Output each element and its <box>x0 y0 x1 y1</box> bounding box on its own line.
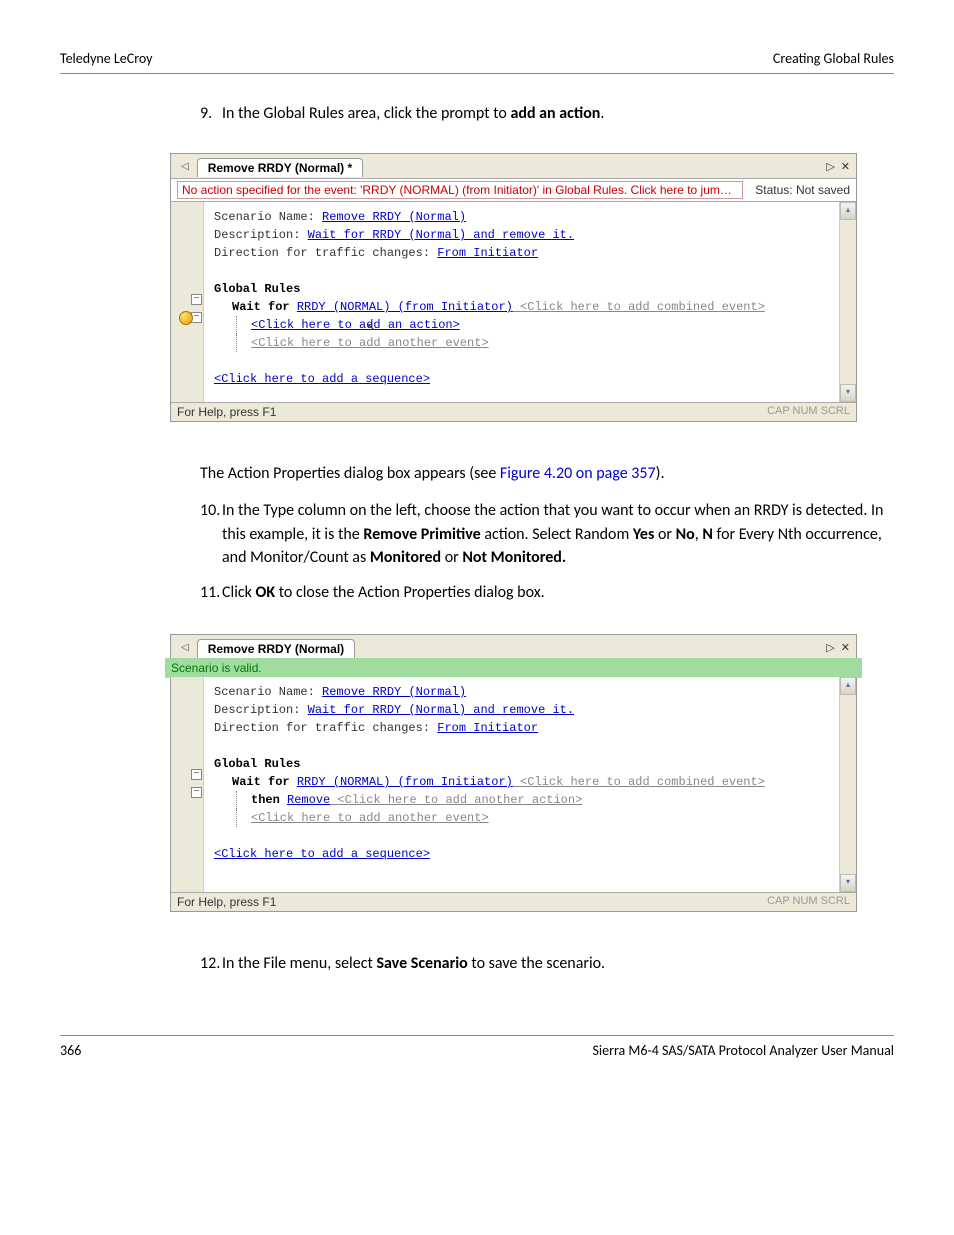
status-bar: For Help, press F1 CAP NUM SCRL <box>171 402 856 421</box>
add-another-event-link[interactable]: <Click here to add another event> <box>251 336 489 350</box>
tab-next-icon[interactable]: ▷ <box>826 160 834 173</box>
description-link[interactable]: Wait for RRDY (Normal) and remove it. <box>308 228 574 242</box>
editor-gutter: − − <box>171 202 204 402</box>
event-link[interactable]: RRDY (NORMAL) (from Initiator) <box>297 300 513 314</box>
warning-message[interactable]: No action specified for the event: 'RRDY… <box>177 181 743 199</box>
step-number: 9. <box>200 102 222 125</box>
scroll-down-icon[interactable]: ▾ <box>840 874 856 892</box>
code-area[interactable]: Scenario Name: Remove RRDY (Normal) Desc… <box>204 202 839 402</box>
add-sequence-link[interactable]: <Click here to add a sequence> <box>214 372 430 386</box>
vertical-scrollbar[interactable]: ▴ ▾ <box>839 677 856 892</box>
tab-bar: ◁ Remove RRDY (Normal) * ▷ ✕ <box>171 154 856 179</box>
tab-controls: ▷ ✕ <box>826 641 850 654</box>
code-area[interactable]: Scenario Name: Remove RRDY (Normal) Desc… <box>204 677 839 892</box>
step-text: In the Global Rules area, click the prom… <box>222 102 884 125</box>
fold-icon[interactable]: − <box>191 769 202 780</box>
fold-icon[interactable]: − <box>191 787 202 798</box>
info-bar: Scenario is valid. <box>171 660 856 677</box>
page-header: Teledyne LeCroy Creating Global Rules <box>60 50 894 74</box>
help-hint: For Help, press F1 <box>177 895 276 909</box>
tab-scenario[interactable]: Remove RRDY (Normal) * <box>197 158 363 177</box>
keyboard-status: CAP NUM SCRL <box>767 895 850 909</box>
keyboard-status: CAP NUM SCRL <box>767 405 850 419</box>
step-text: In the Type column on the left, choose t… <box>222 499 884 569</box>
tab-scenario[interactable]: Remove RRDY (Normal) <box>197 639 355 658</box>
description-link[interactable]: Wait for RRDY (Normal) and remove it. <box>308 703 574 717</box>
page-footer: 366 Sierra M6-4 SAS/SATA Protocol Analyz… <box>60 1035 894 1059</box>
scenario-name-link[interactable]: Remove RRDY (Normal) <box>322 685 466 699</box>
manual-title: Sierra M6-4 SAS/SATA Protocol Analyzer U… <box>592 1042 894 1059</box>
valid-message: Scenario is valid. <box>165 658 862 678</box>
scenario-editor-window-valid: ◁ Remove RRDY (Normal) ▷ ✕ Scenario is v… <box>170 634 857 912</box>
scroll-up-icon[interactable]: ▴ <box>840 202 856 220</box>
tab-prev-icon[interactable]: ◁ <box>177 642 193 653</box>
tab-next-icon[interactable]: ▷ <box>826 641 834 654</box>
scroll-up-icon[interactable]: ▴ <box>840 677 856 695</box>
editor-gutter: − − <box>171 677 204 892</box>
scroll-down-icon[interactable]: ▾ <box>840 384 856 402</box>
close-icon[interactable]: ✕ <box>841 641 850 654</box>
save-status: Status: Not saved <box>749 183 850 197</box>
scenario-name-link[interactable]: Remove RRDY (Normal) <box>322 210 466 224</box>
direction-link[interactable]: From Initiator <box>437 721 538 735</box>
header-left: Teledyne LeCroy <box>60 50 153 67</box>
page-number: 366 <box>60 1042 81 1059</box>
step-10: 10. In the Type column on the left, choo… <box>200 499 884 569</box>
direction-link[interactable]: From Initiator <box>437 246 538 260</box>
header-right: Creating Global Rules <box>773 50 894 67</box>
mid-paragraph: The Action Properties dialog box appears… <box>200 462 884 485</box>
vertical-scrollbar[interactable]: ▴ ▾ <box>839 202 856 402</box>
step-number: 10. <box>200 499 222 569</box>
tab-controls: ▷ ✕ <box>826 160 850 173</box>
step-text: Click OK to close the Action Properties … <box>222 581 884 604</box>
add-combined-event-link[interactable]: <Click here to add combined event> <box>513 775 765 789</box>
step-9: 9. In the Global Rules area, click the p… <box>200 102 884 125</box>
step-number: 12. <box>200 952 222 975</box>
add-action-link[interactable]: <Click here to add an action> <box>251 318 460 332</box>
step-11: 11. Click OK to close the Action Propert… <box>200 581 884 604</box>
tab-prev-icon[interactable]: ◁ <box>177 161 193 172</box>
figure-crossref-link[interactable]: Figure 4.20 on page 357 <box>500 464 656 483</box>
status-bar: For Help, press F1 CAP NUM SCRL <box>171 892 856 911</box>
close-icon[interactable]: ✕ <box>841 160 850 173</box>
scenario-editor-window: ◁ Remove RRDY (Normal) * ▷ ✕ No action s… <box>170 153 857 422</box>
step-12: 12. In the File menu, select Save Scenar… <box>200 952 884 975</box>
action-link[interactable]: Remove <box>287 793 330 807</box>
fold-icon[interactable]: − <box>191 294 202 305</box>
add-another-event-link[interactable]: <Click here to add another event> <box>251 811 489 825</box>
help-hint: For Help, press F1 <box>177 405 276 419</box>
add-sequence-link[interactable]: <Click here to add a sequence> <box>214 847 430 861</box>
info-bar: No action specified for the event: 'RRDY… <box>171 179 856 202</box>
add-combined-event-link[interactable]: <Click here to add combined event> <box>513 300 765 314</box>
add-another-action-link[interactable]: <Click here to add another action> <box>330 793 582 807</box>
step-text: In the File menu, select Save Scenario t… <box>222 952 884 975</box>
tab-bar: ◁ Remove RRDY (Normal) ▷ ✕ <box>171 635 856 660</box>
global-rules-label: Global Rules <box>214 757 300 771</box>
code-editor: − − Scenario Name: Remove RRDY (Normal) … <box>171 202 856 402</box>
code-editor: − − Scenario Name: Remove RRDY (Normal) … <box>171 677 856 892</box>
event-link[interactable]: RRDY (NORMAL) (from Initiator) <box>297 775 513 789</box>
step-number: 11. <box>200 581 222 604</box>
global-rules-label: Global Rules <box>214 282 300 296</box>
